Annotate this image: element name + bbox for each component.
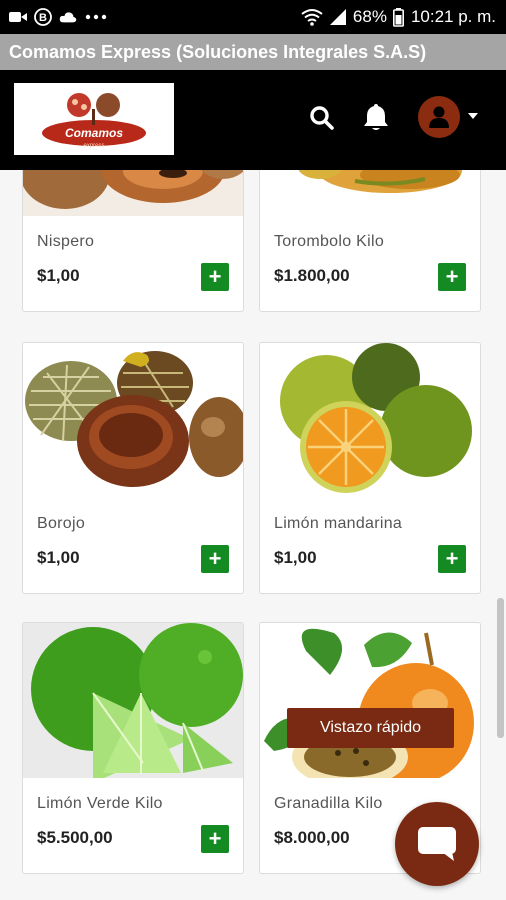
- product-image[interactable]: [260, 343, 480, 498]
- product-image[interactable]: [260, 623, 480, 778]
- product-card[interactable]: Nispero $1,00 +: [22, 170, 244, 312]
- product-image[interactable]: [23, 343, 243, 498]
- product-image[interactable]: [23, 170, 243, 216]
- add-to-cart-button[interactable]: +: [438, 263, 466, 291]
- app-title: Comamos Express (Soluciones Integrales S…: [0, 34, 506, 70]
- more-icon: [84, 8, 108, 26]
- cloud-icon: [59, 8, 77, 26]
- logo-image: Comamos express: [42, 93, 146, 149]
- add-to-cart-button[interactable]: +: [201, 263, 229, 291]
- product-name[interactable]: Borojo: [37, 515, 85, 533]
- bell-icon[interactable]: [356, 97, 396, 137]
- product-card[interactable]: Torombolo Kilo $1.800,00 +: [259, 170, 481, 312]
- user-avatar-icon[interactable]: [418, 96, 460, 138]
- chat-button[interactable]: [395, 802, 479, 886]
- caret-down-icon[interactable]: [468, 113, 478, 119]
- product-price: $1,00: [37, 266, 80, 285]
- product-name[interactable]: Limón mandarina: [274, 515, 402, 533]
- product-name[interactable]: Limón Verde Kilo: [37, 795, 163, 813]
- product-card[interactable]: Limón Verde Kilo $5.500,00 +: [22, 622, 244, 874]
- scrollbar[interactable]: [497, 598, 504, 738]
- wifi-icon: [301, 8, 323, 26]
- video-icon: [9, 8, 27, 26]
- search-icon[interactable]: [302, 98, 342, 138]
- clock: 10:21 p. m.: [410, 7, 496, 26]
- svg-text:B: B: [39, 12, 47, 24]
- logo[interactable]: Comamos express: [14, 83, 174, 155]
- add-to-cart-button[interactable]: +: [438, 545, 466, 573]
- product-grid: Nispero $1,00 + Torombolo Kilo $1.800,00…: [0, 170, 506, 900]
- svg-text:Comamos: Comamos: [65, 126, 123, 140]
- product-image[interactable]: [260, 170, 480, 216]
- product-price: $8.000,00: [274, 828, 350, 847]
- product-image[interactable]: [23, 623, 243, 778]
- product-card[interactable]: Borojo $1,00 +: [22, 342, 244, 594]
- b-icon: B: [34, 8, 52, 26]
- add-to-cart-button[interactable]: +: [201, 825, 229, 853]
- product-name[interactable]: Granadilla Kilo: [274, 795, 383, 813]
- chat-icon: [418, 827, 456, 861]
- product-name[interactable]: Torombolo Kilo: [274, 233, 384, 251]
- product-card[interactable]: Limón mandarina $1,00 +: [259, 342, 481, 594]
- status-bar: B 68% 10:21 p. m.: [0, 0, 506, 34]
- battery-icon: [393, 7, 405, 27]
- battery-percent: 68%: [352, 7, 387, 26]
- product-price: $1,00: [274, 548, 317, 567]
- svg-text:express: express: [83, 143, 104, 149]
- product-name[interactable]: Nispero: [37, 233, 94, 251]
- signal-icon: [329, 8, 347, 26]
- quick-view-button[interactable]: Vistazo rápido: [287, 708, 454, 748]
- add-to-cart-button[interactable]: +: [201, 545, 229, 573]
- product-price: $1,00: [37, 548, 80, 567]
- product-price: $1.800,00: [274, 266, 350, 285]
- product-price: $5.500,00: [37, 828, 113, 847]
